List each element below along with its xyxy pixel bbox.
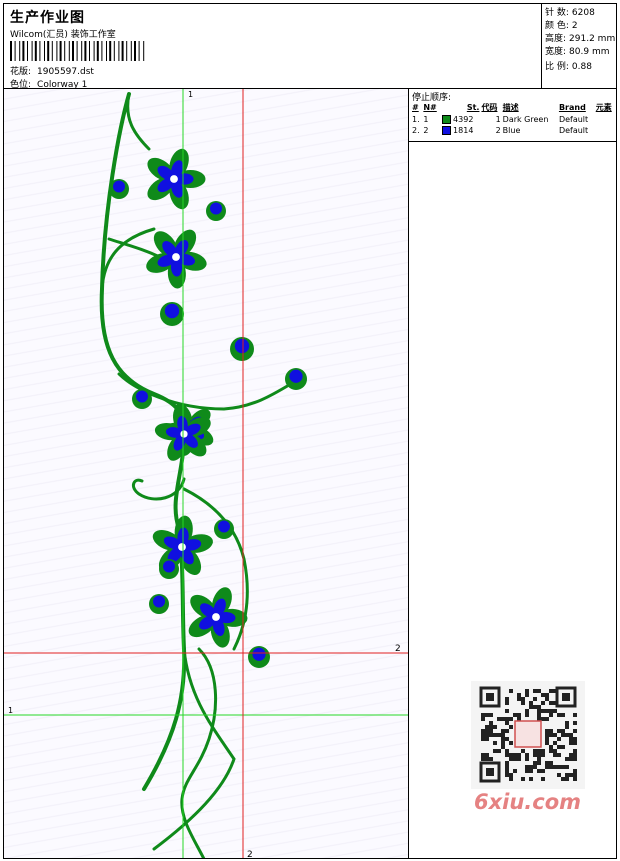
stitch-count-value: 4392 (453, 115, 474, 124)
flower-bud (132, 389, 152, 409)
header-panel: 生产作业图 Wilcom(汇员) 装饰工作室 花版: 1905597.dst 色位… (3, 3, 617, 90)
stat-width: 宽度: 80.9 mm (545, 44, 609, 57)
stats-panel: 针 数: 6208 颜 色: 2 高度: 291.2 mm 宽度: 80.9 mm 比 … (541, 3, 617, 89)
element-cell (595, 114, 616, 125)
column-header: N# (423, 103, 437, 112)
stat-value: 80.9 mm (569, 47, 610, 57)
column-header: St. (466, 103, 480, 112)
flower-bud (160, 302, 184, 326)
flower-bud (248, 646, 270, 668)
flower (147, 148, 206, 210)
thread-description: Blue (502, 126, 521, 135)
flower-bud (206, 201, 226, 221)
flower-bud (109, 179, 129, 199)
red-guide-vertical-label: 2 (247, 850, 253, 859)
studio-name: Wilcom(汇员) 装饰工作室 (10, 30, 116, 40)
column-header: 描述 (502, 103, 519, 112)
table-row[interactable]: 1. 1 4392 1 Dark Green Default (411, 114, 616, 125)
flower-bud (159, 559, 179, 579)
element-cell (595, 125, 616, 136)
page-title: 生产作业图 (10, 10, 85, 26)
side-divider (409, 141, 616, 142)
stat-height: 高度: 291.2 mm (545, 31, 615, 44)
flower-bud (285, 368, 307, 390)
stitch-count: 1814 (441, 125, 481, 136)
design-file-value: 1905597.dst (37, 67, 94, 77)
thread-brand: Default (558, 126, 589, 135)
stitch-count: 4392 (441, 114, 481, 125)
seal-icon (514, 720, 542, 748)
stat-colors: 颜 色: 2 (545, 18, 578, 31)
qr-code-graphic (479, 686, 577, 783)
thread-brand: Default (558, 115, 589, 124)
stitch-count-value: 1814 (453, 126, 474, 135)
stat-value: 6208 (571, 8, 595, 18)
flower-bud (149, 594, 169, 614)
green-guide-horizontal-label: 1 (8, 706, 13, 715)
flower (146, 229, 207, 289)
flower-bud (230, 337, 254, 361)
design-file-label: 花版: (10, 67, 32, 77)
barcode (10, 41, 145, 61)
stat-label: 宽度: (545, 47, 567, 57)
stat-label: 高度: (545, 34, 567, 44)
stat-label: 针 数: (545, 8, 569, 18)
stat-label: 颜 色: (545, 21, 569, 31)
column-header: 代码 (481, 103, 498, 112)
color-swatch (441, 126, 451, 135)
design-file-row: 花版: 1905597.dst (10, 64, 94, 77)
vine-stems (99, 92, 296, 858)
needle-number: 1 (423, 115, 429, 124)
stat-stitches: 针 数: 6208 (545, 5, 595, 18)
stat-scale: 比 例: 0.88 (545, 59, 592, 72)
column-header: Brand (558, 103, 586, 112)
stat-value: 0.88 (571, 62, 592, 72)
table-header-row: # N# St. 代码 描述 Brand 元素 (411, 101, 616, 114)
embroidery-preview: 1 1 2 2 (4, 89, 408, 859)
watermark-text: 6xiu.com (474, 790, 582, 814)
green-guide-vertical-label: 1 (188, 90, 193, 99)
flower-bud (214, 519, 234, 539)
red-guide-horizontal-label: 2 (395, 644, 401, 654)
table-row[interactable]: 2. 2 1814 2 Blue Default (411, 125, 616, 136)
color-swatch (441, 115, 451, 124)
thread-code: 2 (495, 126, 501, 135)
column-header: # (412, 103, 419, 112)
stat-value: 2 (571, 21, 578, 31)
design-canvas[interactable]: 1 1 2 2 (3, 88, 409, 859)
row-number: 1. (412, 115, 420, 124)
column-header: 元素 (595, 103, 612, 112)
stat-value: 291.2 mm (569, 34, 616, 44)
qr-code[interactable] (471, 681, 585, 789)
stat-label: 比 例: (545, 62, 569, 72)
needle-number: 2 (423, 126, 429, 135)
thread-code: 1 (495, 115, 501, 124)
row-number: 2. (412, 126, 420, 135)
thread-description: Dark Green (502, 115, 549, 124)
thread-color-table: # N# St. 代码 描述 Brand 元素 1. 1 4392 1 Dark… (411, 101, 616, 136)
